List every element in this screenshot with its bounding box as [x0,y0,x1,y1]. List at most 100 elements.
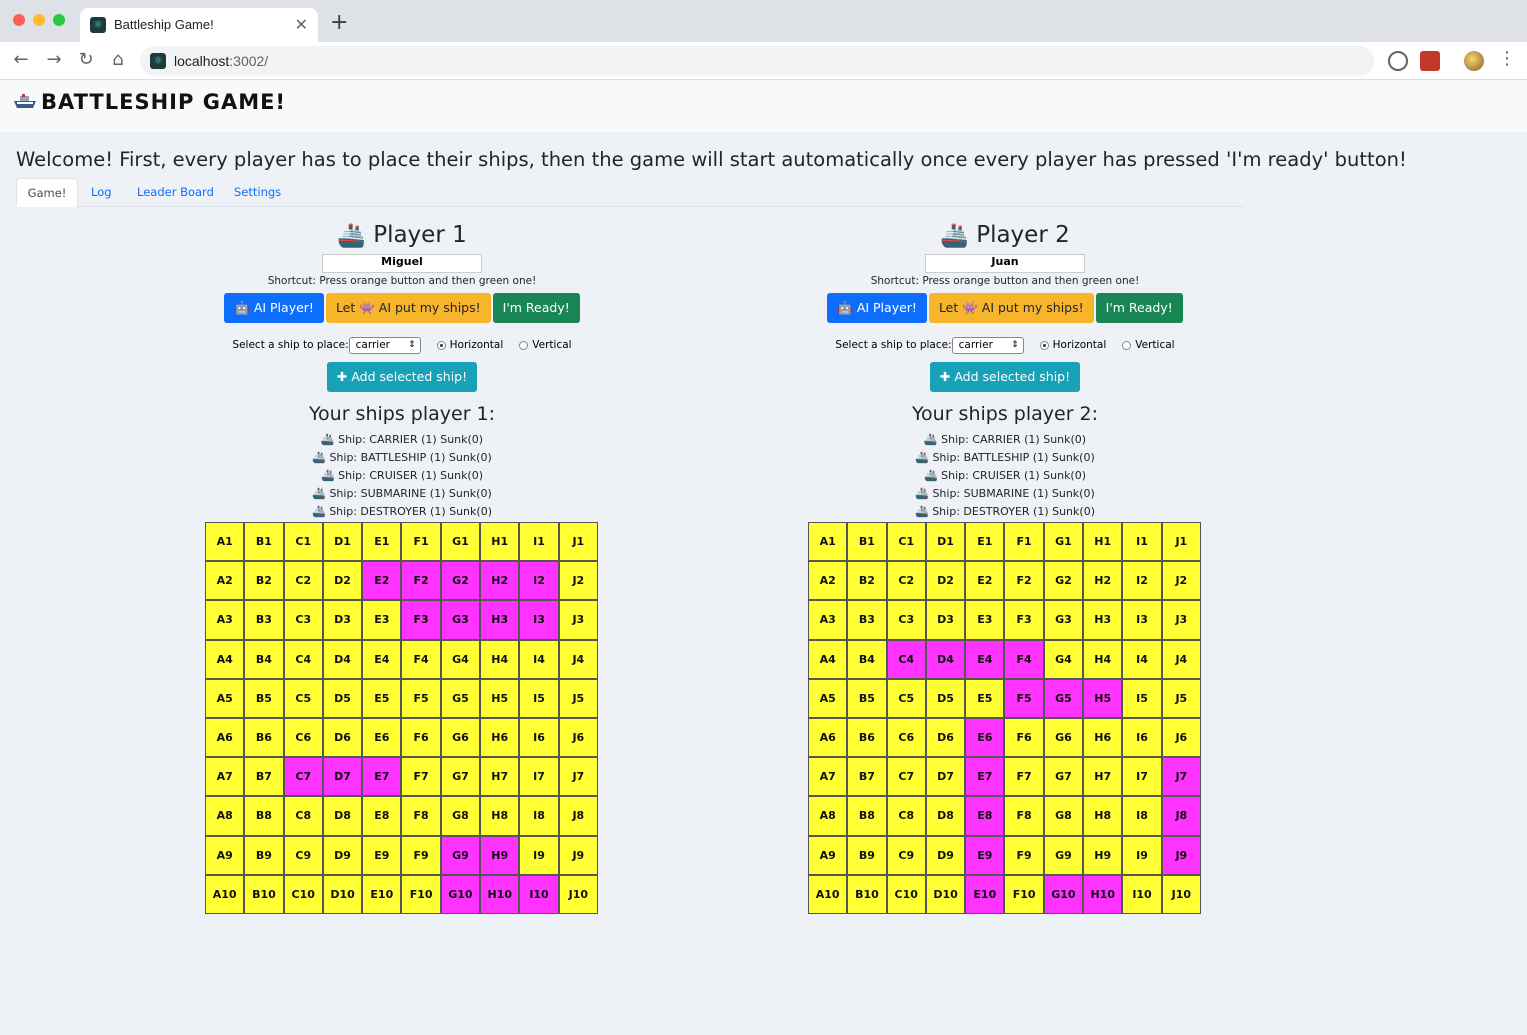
board-cell-i6[interactable]: I6 [519,717,559,758]
board-cell-a2[interactable]: A2 [205,561,245,601]
board-cell-b3[interactable]: B3 [847,600,887,640]
board-cell-f10[interactable]: F10 [1004,874,1044,914]
board-cell-i5[interactable]: I5 [1122,678,1162,718]
board-cell-h2[interactable]: H2 [1083,561,1123,601]
board-cell-h6[interactable]: H6 [480,717,520,758]
board-cell-j9[interactable]: J9 [1161,835,1201,875]
board-cell-d3[interactable]: D3 [925,600,966,640]
extension-icon[interactable] [1420,51,1440,71]
board-cell-d6[interactable]: D6 [322,717,363,758]
board-cell-j8[interactable]: J8 [1161,796,1201,836]
board-cell-h8[interactable]: H8 [1083,796,1123,836]
board-cell-a3[interactable]: A3 [205,600,245,640]
board-cell-f7[interactable]: F7 [401,757,441,797]
board-cell-i10[interactable]: I10 [1122,874,1162,914]
board-cell-e10[interactable]: E10 [362,874,402,914]
board-cell-a5[interactable]: A5 [808,678,848,718]
board-cell-b10[interactable]: B10 [244,874,284,914]
board-cell-f9[interactable]: F9 [401,835,441,875]
board-cell-e7[interactable]: E7 [965,757,1005,797]
vertical-radio[interactable] [1122,340,1132,350]
board-cell-g2[interactable]: G2 [1043,561,1084,601]
board-cell-b6[interactable]: B6 [244,717,284,758]
board-cell-g3[interactable]: G3 [440,600,481,640]
board-cell-h9[interactable]: H9 [1083,835,1123,875]
board-cell-d7[interactable]: D7 [925,757,966,797]
board-cell-c9[interactable]: C9 [886,835,926,875]
board-cell-d9[interactable]: D9 [925,835,966,875]
board-cell-c2[interactable]: C2 [283,561,323,601]
board-cell-g3[interactable]: G3 [1043,600,1084,640]
board-cell-f6[interactable]: F6 [401,717,441,758]
vertical-radio[interactable] [519,340,529,350]
reload-icon[interactable]: ↻ [74,49,98,70]
board-cell-c10[interactable]: C10 [886,874,926,914]
board-cell-h5[interactable]: H5 [1083,678,1123,718]
add-selected-ship-button[interactable]: ✚ Add selected ship! [326,362,478,392]
board-cell-h7[interactable]: H7 [480,757,520,797]
board-cell-f5[interactable]: F5 [401,678,441,718]
board-cell-i8[interactable]: I8 [519,796,559,836]
board-cell-e3[interactable]: E3 [362,600,402,640]
board-cell-e5[interactable]: E5 [965,678,1005,718]
board-cell-i5[interactable]: I5 [519,678,559,718]
board-cell-c7[interactable]: C7 [283,757,323,797]
board-cell-e4[interactable]: E4 [965,639,1005,679]
board-cell-f8[interactable]: F8 [1004,796,1044,836]
board-cell-b8[interactable]: B8 [244,796,284,836]
board-cell-i9[interactable]: I9 [519,835,559,875]
board-cell-i3[interactable]: I3 [519,600,559,640]
board-cell-i3[interactable]: I3 [1122,600,1162,640]
add-selected-ship-button[interactable]: ✚ Add selected ship! [929,362,1081,392]
board-cell-a7[interactable]: A7 [205,757,245,797]
board-cell-d4[interactable]: D4 [925,639,966,679]
board-cell-c10[interactable]: C10 [283,874,323,914]
board-cell-d2[interactable]: D2 [925,561,966,601]
board-cell-d8[interactable]: D8 [322,796,363,836]
board-cell-g6[interactable]: G6 [440,717,481,758]
board-cell-j6[interactable]: J6 [558,717,598,758]
board-cell-j7[interactable]: J7 [558,757,598,797]
board-cell-i1[interactable]: I1 [1122,522,1162,562]
board-cell-e8[interactable]: E8 [362,796,402,836]
board-cell-i10[interactable]: I10 [519,874,559,914]
profile-avatar[interactable] [1464,51,1484,71]
horizontal-radio[interactable] [1039,340,1049,350]
board-cell-a10[interactable]: A10 [808,874,848,914]
board-cell-j5[interactable]: J5 [558,678,598,718]
board-cell-a10[interactable]: A10 [205,874,245,914]
board-cell-d1[interactable]: D1 [322,522,363,562]
tab-game[interactable]: Game! [16,178,78,207]
board-cell-c8[interactable]: C8 [283,796,323,836]
board-cell-e1[interactable]: E1 [965,522,1005,562]
board-cell-h1[interactable]: H1 [480,522,520,562]
board-cell-b7[interactable]: B7 [244,757,284,797]
board-cell-j3[interactable]: J3 [558,600,598,640]
board-cell-a3[interactable]: A3 [808,600,848,640]
board-cell-a9[interactable]: A9 [808,835,848,875]
board-cell-c4[interactable]: C4 [283,639,323,679]
extension-icon[interactable] [1388,51,1408,71]
back-arrow-icon[interactable]: ← [9,49,33,70]
board-cell-b6[interactable]: B6 [847,717,887,758]
board-cell-i9[interactable]: I9 [1122,835,1162,875]
board-cell-f1[interactable]: F1 [1004,522,1044,562]
board-cell-c3[interactable]: C3 [886,600,926,640]
board-cell-d2[interactable]: D2 [322,561,363,601]
board-cell-i8[interactable]: I8 [1122,796,1162,836]
ai-player-button[interactable]: 🤖 AI Player! [827,293,927,323]
board-cell-i7[interactable]: I7 [519,757,559,797]
ready-button[interactable]: I'm Ready! [1095,293,1183,323]
board-cell-j1[interactable]: J1 [1161,522,1201,562]
ai-place-ships-button[interactable]: Let 👾 AI put my ships! [928,293,1094,323]
board-cell-j8[interactable]: J8 [558,796,598,836]
board-cell-d10[interactable]: D10 [925,874,966,914]
board-cell-a8[interactable]: A8 [205,796,245,836]
board-cell-a9[interactable]: A9 [205,835,245,875]
board-cell-f2[interactable]: F2 [1004,561,1044,601]
board-cell-j5[interactable]: J5 [1161,678,1201,718]
board-cell-c6[interactable]: C6 [886,717,926,758]
board-cell-a1[interactable]: A1 [808,522,848,562]
board-cell-b2[interactable]: B2 [847,561,887,601]
browser-tab[interactable]: ⚛ Battleship Game! ✕ [80,8,318,42]
